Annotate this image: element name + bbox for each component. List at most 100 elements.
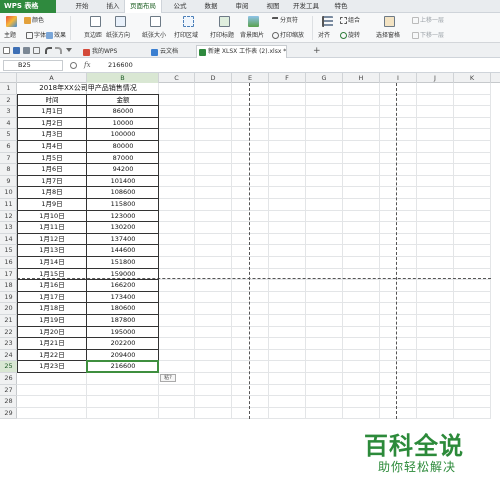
send-backward-icon xyxy=(412,32,419,39)
save-icon[interactable] xyxy=(13,47,20,54)
row-header-26[interactable]: 26 xyxy=(0,373,17,385)
row-header-24[interactable]: 24 xyxy=(0,350,17,362)
row-header-2[interactable]: 2 xyxy=(0,95,17,107)
margins-button[interactable]: 页边距 xyxy=(84,32,102,40)
row-header-13[interactable]: 13 xyxy=(0,222,17,234)
app-menu-button[interactable]: WPS 表格 xyxy=(0,0,56,13)
menu-item-5[interactable]: 审阅 xyxy=(230,0,254,13)
row-header-18[interactable]: 18 xyxy=(0,280,17,292)
column-header-g[interactable]: G xyxy=(306,73,343,83)
row-header-12[interactable]: 12 xyxy=(0,211,17,223)
menu-item-3[interactable]: 公式 xyxy=(168,0,192,13)
colors-button[interactable]: 颜色 xyxy=(24,17,44,25)
row-header-16[interactable]: 16 xyxy=(0,257,17,269)
more-icon[interactable] xyxy=(66,48,72,53)
formula-area: fx 216600 xyxy=(66,60,496,71)
menu-item-8[interactable]: 特色 xyxy=(329,0,353,13)
menu-item-0[interactable]: 开始 xyxy=(70,0,94,13)
row-header-4[interactable]: 4 xyxy=(0,118,17,130)
menu-item-1[interactable]: 插入 xyxy=(101,0,125,13)
row-header-28[interactable]: 28 xyxy=(0,396,17,408)
group-button[interactable]: 组合 xyxy=(340,17,360,25)
formula-bar: B25 fx 216600 xyxy=(0,58,500,73)
table-border xyxy=(158,93,159,372)
page-break-button[interactable]: 分页符 xyxy=(272,17,298,25)
selection-pane-button[interactable]: 选择窗格 xyxy=(376,32,400,40)
column-header-j[interactable]: J xyxy=(417,73,454,83)
doc-tab-label: 云文档 xyxy=(160,48,179,55)
theme-button[interactable]: 主题 xyxy=(4,32,16,40)
menu-item-4[interactable]: 数据 xyxy=(199,0,223,13)
row-header-19[interactable]: 19 xyxy=(0,292,17,304)
doc-tab-1[interactable]: 云文档 xyxy=(148,45,179,58)
column-header-c[interactable]: C xyxy=(159,73,195,83)
paper-size-button[interactable]: 纸张大小 xyxy=(142,32,166,40)
doc-tab-label: 我的WPS xyxy=(92,48,118,55)
zoom-icon xyxy=(272,32,279,39)
send-backward-button[interactable]: 下移一层 xyxy=(412,32,444,40)
new-file-icon[interactable] xyxy=(3,47,10,54)
doc-tab-0[interactable]: 我的WPS xyxy=(80,45,118,58)
row-header-14[interactable]: 14 xyxy=(0,234,17,246)
row-header-15[interactable]: 15 xyxy=(0,245,17,257)
row-header-29[interactable]: 29 xyxy=(0,408,17,420)
paste-options-tag[interactable]: 粘? xyxy=(160,374,176,382)
print-zoom-button[interactable]: 打印缩放 xyxy=(272,32,304,40)
palette-icon xyxy=(24,17,31,24)
grid-column-line xyxy=(416,83,417,420)
preview-icon[interactable] xyxy=(33,47,40,54)
formula-input[interactable]: 216600 xyxy=(108,60,133,71)
row-header-5[interactable]: 5 xyxy=(0,129,17,141)
menu-item-7[interactable]: 开发工具 xyxy=(290,0,322,13)
undo-icon[interactable] xyxy=(45,47,52,54)
column-header-h[interactable]: H xyxy=(343,73,380,83)
column-header-a[interactable]: A xyxy=(17,73,87,83)
print-icon[interactable] xyxy=(23,47,30,54)
column-header-d[interactable]: D xyxy=(195,73,232,83)
fonts-button[interactable]: 字体 xyxy=(26,32,46,40)
page-break-vertical xyxy=(249,83,250,420)
row-header-20[interactable]: 20 xyxy=(0,303,17,315)
table-border xyxy=(17,302,159,304)
doc-tab-label: 新建 XLSX 工作表 (2).xlsx * xyxy=(208,48,287,55)
menu-item-2[interactable]: 页面布局 xyxy=(124,0,162,13)
column-header-i[interactable]: I xyxy=(380,73,417,83)
row-header-8[interactable]: 8 xyxy=(0,164,17,176)
column-header-e[interactable]: E xyxy=(232,73,269,83)
menu-item-6[interactable]: 视图 xyxy=(262,0,284,13)
row-header-25[interactable]: 25 xyxy=(0,361,17,373)
sheet-grid: ABCDEFGHIJK 1 2 3 4 5 6 7 8 9 10 11 12 13 14 15 16 17 18 1… xyxy=(0,73,500,486)
name-box[interactable]: B25 xyxy=(3,60,63,71)
column-header-b[interactable]: B xyxy=(87,73,159,83)
bring-forward-button[interactable]: 上移一层 xyxy=(412,17,444,25)
print-titles-button[interactable]: 打印标题 xyxy=(210,32,234,40)
table-border xyxy=(17,198,159,199)
zoom-icon[interactable] xyxy=(70,62,77,69)
row-header-10[interactable]: 10 xyxy=(0,187,17,199)
row-header-9[interactable]: 9 xyxy=(0,176,17,188)
row-header-27[interactable]: 27 xyxy=(0,385,17,397)
row-header-11[interactable]: 11 xyxy=(0,199,17,211)
redo-icon[interactable] xyxy=(55,47,62,54)
row-header-1[interactable]: 1 xyxy=(0,83,17,95)
doc-tab-2[interactable]: 新建 XLSX 工作表 (2).xlsx * xyxy=(196,45,288,58)
fx-button[interactable]: fx xyxy=(84,60,91,71)
row-header-6[interactable]: 6 xyxy=(0,141,17,153)
row-header-7[interactable]: 7 xyxy=(0,153,17,165)
row-header-21[interactable]: 21 xyxy=(0,315,17,327)
row-header-23[interactable]: 23 xyxy=(0,338,17,350)
rotate-button[interactable]: 旋转 xyxy=(340,32,360,40)
new-tab-button[interactable]: + xyxy=(308,45,322,58)
row-header-3[interactable]: 3 xyxy=(0,106,17,118)
row-header-17[interactable]: 17 xyxy=(0,269,17,281)
effects-button[interactable]: 效果 xyxy=(46,32,66,40)
orientation-button[interactable]: 纸张方向 xyxy=(106,32,130,40)
background-image-button[interactable]: 背景图片 xyxy=(240,32,264,40)
row-header-22[interactable]: 22 xyxy=(0,327,17,339)
align-button[interactable]: 对齐 xyxy=(318,32,330,40)
column-header-f[interactable]: F xyxy=(269,73,306,83)
column-header-k[interactable]: K xyxy=(454,73,491,83)
selected-cell-b25[interactable] xyxy=(86,360,159,373)
print-area-button[interactable]: 打印区域 xyxy=(174,32,198,40)
select-all-corner[interactable] xyxy=(0,73,17,83)
